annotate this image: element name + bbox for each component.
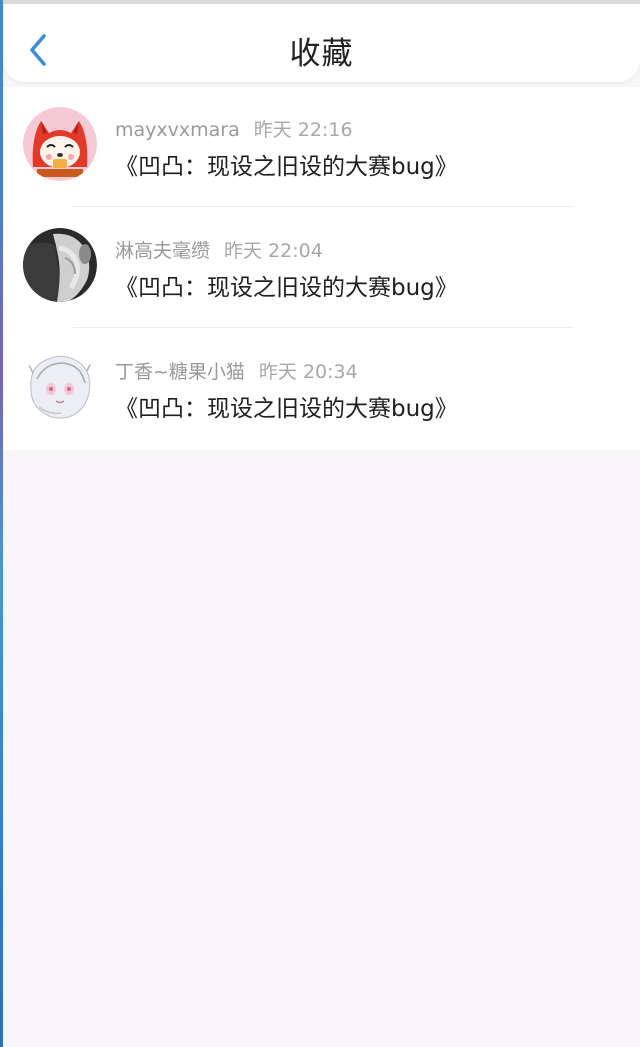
username[interactable]: 丁香~糖果小猫 bbox=[115, 361, 245, 383]
avatar[interactable] bbox=[23, 228, 97, 302]
list-item[interactable]: 丁香~糖果小猫 昨天 20:34 《凹凸：现设之旧设的大赛bug》 bbox=[3, 329, 640, 450]
photo-avatar-icon bbox=[23, 228, 97, 302]
username[interactable]: mayxvxmara bbox=[115, 119, 240, 141]
timestamp: 昨天 22:04 bbox=[224, 240, 323, 262]
post-title[interactable]: 《凹凸：现设之旧设的大赛bug》 bbox=[115, 147, 458, 181]
avatar[interactable] bbox=[23, 107, 97, 181]
post-title[interactable]: 《凹凸：现设之旧设的大赛bug》 bbox=[115, 268, 458, 302]
list-item[interactable]: mayxvxmara 昨天 22:16 《凹凸：现设之旧设的大赛bug》 bbox=[3, 87, 640, 208]
item-meta: mayxvxmara 昨天 22:16 bbox=[115, 115, 353, 142]
fox-avatar-icon bbox=[23, 107, 97, 181]
username[interactable]: 淋高夫毫缵 bbox=[115, 240, 210, 262]
anime-avatar-icon bbox=[23, 349, 97, 423]
page-title: 收藏 bbox=[289, 36, 354, 72]
app-header: 收藏 bbox=[3, 4, 640, 82]
item-meta: 淋高夫毫缵 昨天 22:04 bbox=[115, 236, 323, 263]
post-title[interactable]: 《凹凸：现设之旧设的大赛bug》 bbox=[115, 389, 458, 423]
favorites-list: mayxvxmara 昨天 22:16 《凹凸：现设之旧设的大赛bug》 淋高夫毫… bbox=[3, 87, 640, 450]
item-meta: 丁香~糖果小猫 昨天 20:34 bbox=[115, 357, 358, 384]
avatar[interactable] bbox=[23, 349, 97, 423]
timestamp: 昨天 20:34 bbox=[258, 361, 358, 383]
divider bbox=[73, 206, 573, 207]
divider bbox=[73, 327, 573, 328]
timestamp: 昨天 22:16 bbox=[253, 119, 353, 141]
list-item[interactable]: 淋高夫毫缵 昨天 22:04 《凹凸：现设之旧设的大赛bug》 bbox=[3, 208, 640, 329]
